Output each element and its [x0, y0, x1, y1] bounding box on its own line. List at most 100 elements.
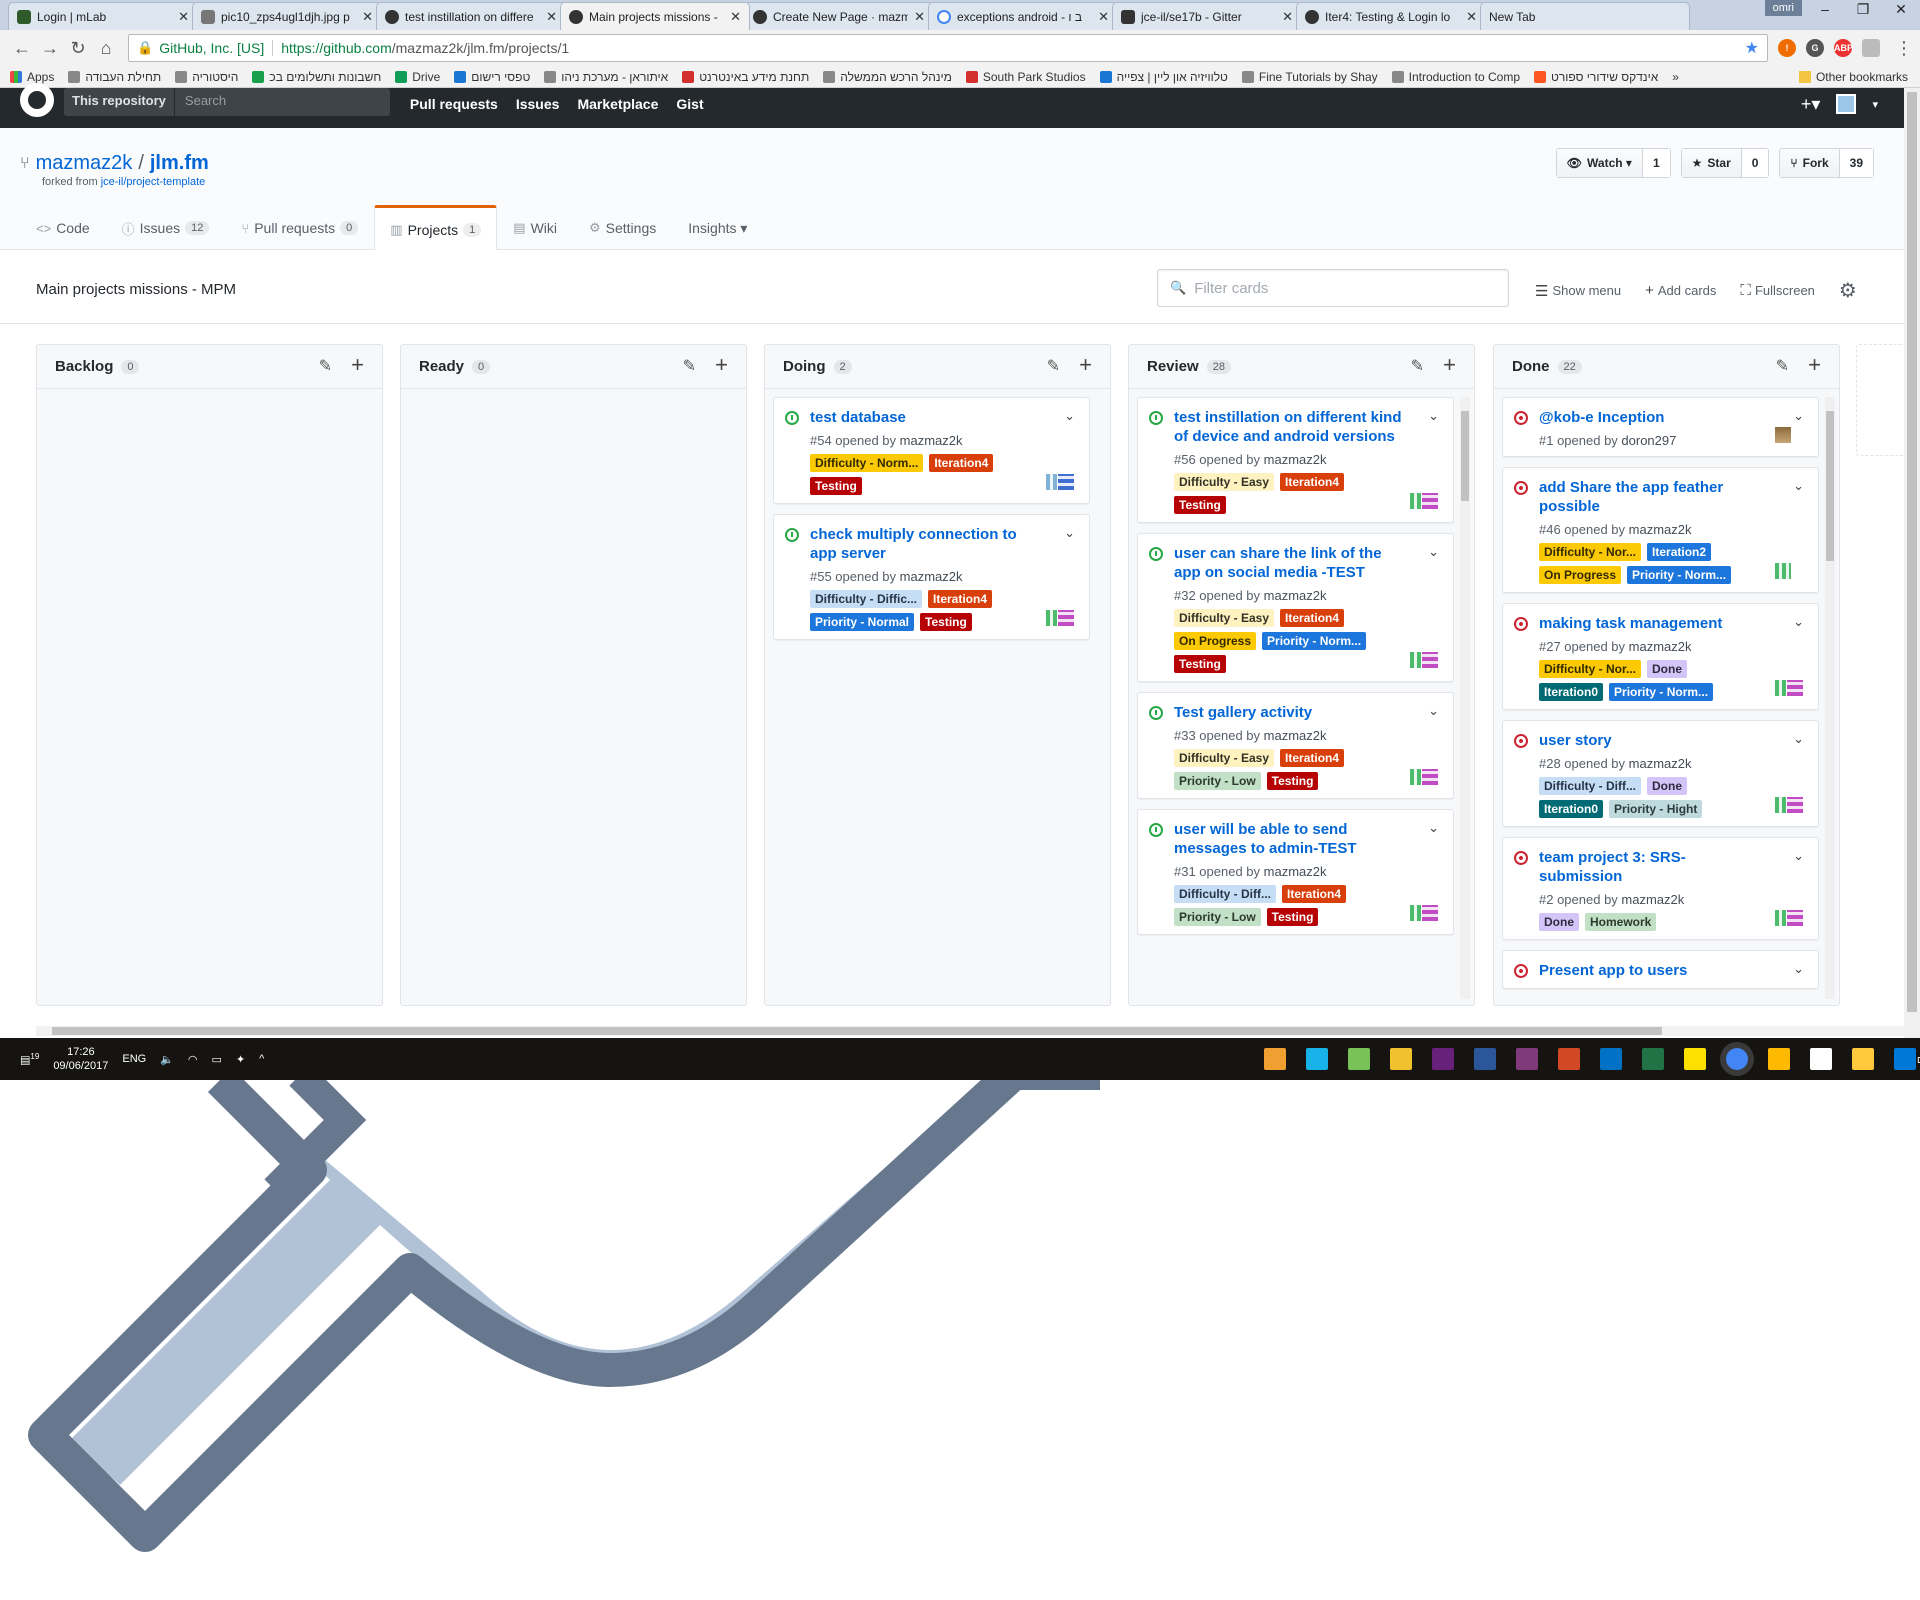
store-icon[interactable]: [1810, 1048, 1833, 1070]
issue-author[interactable]: mazmaz2k: [1264, 728, 1327, 743]
issue-label[interactable]: Testing: [1266, 908, 1319, 926]
bookmark-item[interactable]: Drive: [395, 70, 440, 84]
issue-title-link[interactable]: user story: [1539, 731, 1768, 750]
edit-column-pencil-icon[interactable]: ✎: [319, 356, 332, 376]
add-cards-button[interactable]: + Add cards: [1645, 282, 1716, 299]
fullscreen-button[interactable]: ⛶ Fullscreen: [1740, 282, 1814, 299]
card-menu-chevron-icon[interactable]: ⌄: [1428, 408, 1439, 424]
issue-card[interactable]: test instillation on different kind of d…: [1137, 397, 1454, 523]
nav-marketplace[interactable]: Marketplace: [577, 96, 658, 112]
nav-gist[interactable]: Gist: [676, 96, 703, 112]
column-scrollbar[interactable]: [1825, 397, 1835, 999]
issue-label[interactable]: Iteration0: [1539, 683, 1604, 701]
extension-ghostery-icon[interactable]: G: [1806, 39, 1824, 57]
browser-tab[interactable]: exceptions android - ב ו ✕: [928, 2, 1118, 30]
issue-label[interactable]: Difficulty - Easy: [1174, 609, 1275, 627]
assignee-avatars[interactable]: [1045, 609, 1075, 629]
scrollbar-thumb[interactable]: [1826, 411, 1834, 561]
card-menu-chevron-icon[interactable]: ⌄: [1793, 848, 1804, 864]
close-tab-icon[interactable]: ✕: [178, 9, 189, 25]
dropbox-icon[interactable]: ✦: [236, 1053, 245, 1066]
forward-icon[interactable]: →: [36, 38, 64, 59]
issue-label[interactable]: Priority - Norm...: [1262, 632, 1367, 650]
add-card-plus-icon[interactable]: +: [351, 352, 364, 378]
issue-label[interactable]: Iteration4: [928, 590, 993, 608]
file-icon[interactable]: [1768, 1048, 1791, 1070]
edit-column-pencil-icon[interactable]: ✎: [1776, 356, 1789, 376]
card-menu-chevron-icon[interactable]: ⌄: [1064, 408, 1075, 424]
assignee-avatars[interactable]: [1774, 909, 1804, 929]
chrome-icon[interactable]: [1726, 1048, 1749, 1070]
bookmarks-overflow-icon[interactable]: »: [1672, 70, 1679, 84]
card-menu-chevron-icon[interactable]: ⌄: [1064, 525, 1075, 541]
repo-name-link[interactable]: jlm.fm: [150, 152, 209, 175]
issue-author[interactable]: mazmaz2k: [1629, 756, 1692, 771]
column-scrollbar[interactable]: [1460, 397, 1470, 999]
tray-expand-icon[interactable]: ^: [259, 1053, 264, 1065]
bookmark-item[interactable]: Fine Tutorials by Shay: [1241, 70, 1378, 84]
android-studio-icon[interactable]: [1348, 1048, 1371, 1070]
issue-card[interactable]: add Share the app feather possible #46 op…: [1502, 467, 1819, 593]
issue-label[interactable]: Iteration4: [1280, 749, 1345, 767]
issue-label[interactable]: Done: [1647, 777, 1687, 795]
card-menu-chevron-icon[interactable]: ⌄: [1793, 961, 1804, 977]
show-menu-button[interactable]: ☰ Show menu: [1535, 282, 1621, 300]
nav-pull-requests[interactable]: Pull requests: [410, 96, 498, 112]
tab-code[interactable]: <> Code: [20, 205, 106, 250]
issue-label[interactable]: Iteration2: [1647, 543, 1712, 561]
issue-title-link[interactable]: making task management: [1539, 614, 1768, 633]
assignee-avatars[interactable]: [1774, 426, 1804, 446]
bookmark-item[interactable]: South Park Studios: [965, 70, 1086, 84]
add-card-plus-icon[interactable]: +: [1079, 352, 1092, 378]
browser-tab[interactable]: jce-il/se17b - Gitter ✕: [1112, 2, 1302, 30]
close-tab-icon[interactable]: ✕: [914, 9, 925, 25]
issue-card[interactable]: Present app to users ⌄: [1502, 950, 1819, 989]
bookmark-item[interactable]: היסטוריה: [175, 70, 238, 84]
issue-label[interactable]: Iteration4: [1280, 609, 1345, 627]
card-menu-chevron-icon[interactable]: ⌄: [1793, 478, 1804, 494]
add-card-plus-icon[interactable]: +: [1443, 352, 1456, 378]
issue-card[interactable]: check multiply connection to app server #…: [773, 514, 1090, 640]
bookmark-item[interactable]: חשבונות ותשלומים בכ: [252, 70, 381, 84]
powerpoint-icon[interactable]: [1558, 1048, 1581, 1070]
issue-card[interactable]: test database #54 opened by mazmaz2k Diffi…: [773, 397, 1090, 504]
omnibox[interactable]: 🔒 GitHub, Inc. [US] https://github.com/m…: [128, 34, 1768, 62]
outlook-icon[interactable]: [1600, 1048, 1623, 1070]
bookmark-item[interactable]: Apps: [10, 70, 54, 84]
issue-label[interactable]: On Progress: [1174, 632, 1257, 650]
close-tab-icon[interactable]: ✕: [1466, 9, 1477, 25]
issue-title-link[interactable]: Present app to users: [1539, 961, 1768, 980]
issue-label[interactable]: Difficulty - Easy: [1174, 473, 1275, 491]
issue-label[interactable]: Priority - Low: [1174, 772, 1261, 790]
tab-pull-requests[interactable]: ⑂ Pull requests 0: [225, 205, 374, 250]
issue-author[interactable]: mazmaz2k: [1264, 864, 1327, 879]
assignee-avatars[interactable]: [1774, 679, 1804, 699]
fork-button[interactable]: ⑂ Fork: [1780, 149, 1840, 177]
issue-label[interactable]: Iteration4: [1280, 473, 1345, 491]
project-settings-gear-icon[interactable]: ⚙: [1839, 278, 1857, 303]
issue-card[interactable]: user can share the link of the app on so…: [1137, 533, 1454, 682]
star-count[interactable]: 0: [1741, 149, 1769, 177]
issue-title-link[interactable]: test database: [810, 408, 1039, 427]
chevron-down-icon[interactable]: ▾: [1872, 98, 1878, 111]
issue-label[interactable]: Homework: [1585, 913, 1657, 931]
tab-settings[interactable]: ⚙ Settings: [573, 205, 672, 250]
create-new-icon[interactable]: +▾: [1801, 94, 1821, 115]
issue-label[interactable]: Done: [1539, 913, 1579, 931]
issue-author[interactable]: mazmaz2k: [1264, 588, 1327, 603]
card-menu-chevron-icon[interactable]: ⌄: [1428, 544, 1439, 560]
close-tab-icon[interactable]: ✕: [1098, 9, 1109, 25]
issue-label[interactable]: Priority - Norm...: [1609, 683, 1714, 701]
bookmark-item[interactable]: תחנת מידע באינטרנט: [682, 70, 809, 84]
browser-tab[interactable]: Main projects missions - ✕: [560, 2, 750, 30]
bookmark-item[interactable]: מינהל הרכש הממשלה: [823, 70, 952, 84]
tab-issues[interactable]: ⓘ Issues 12: [106, 205, 226, 250]
excel-icon[interactable]: [1642, 1048, 1665, 1070]
card-menu-chevron-icon[interactable]: ⌄: [1793, 731, 1804, 747]
issue-card[interactable]: making task management #27 opened by mazm…: [1502, 603, 1819, 710]
back-icon[interactable]: ←: [8, 38, 36, 59]
issue-card[interactable]: user will be able to send messages to ad…: [1137, 809, 1454, 935]
edit-column-pencil-icon[interactable]: ✎: [1047, 356, 1060, 376]
notifications-icon[interactable]: ▤19: [20, 1052, 39, 1067]
other-bookmarks[interactable]: Other bookmarks: [1798, 70, 1920, 84]
